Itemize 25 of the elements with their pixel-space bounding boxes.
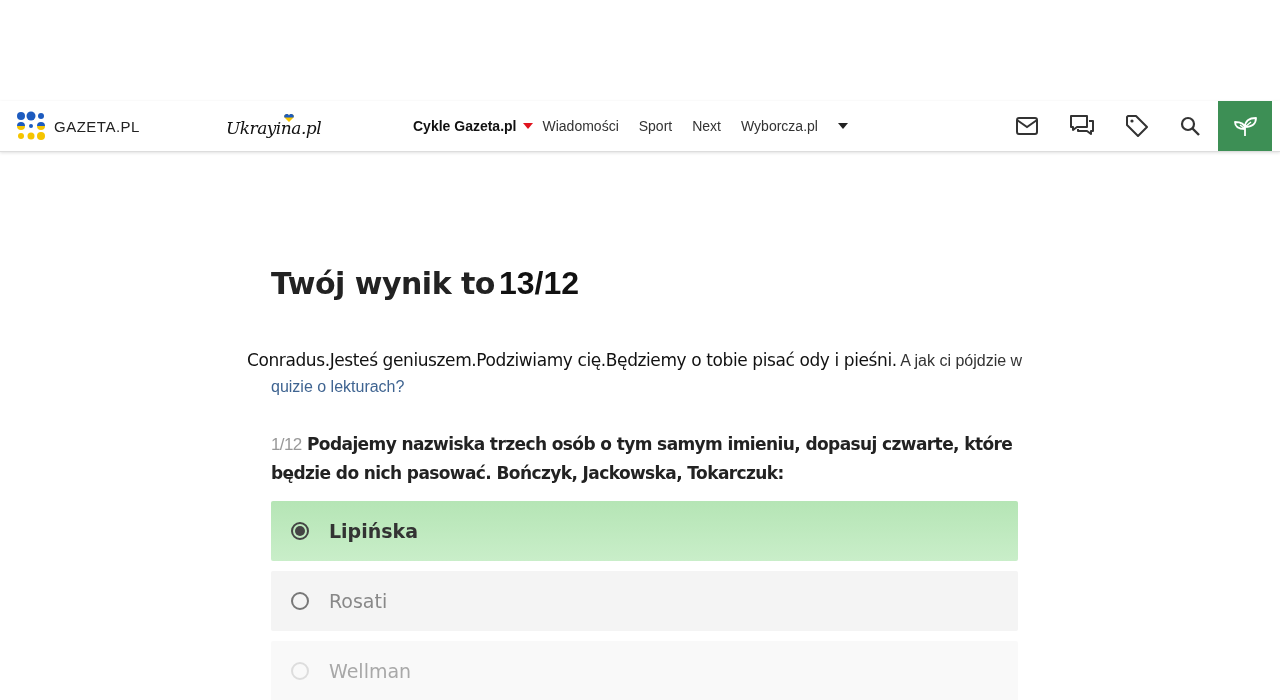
dots-logo-icon xyxy=(16,111,46,141)
answer-option[interactable]: Lipińska xyxy=(271,501,1018,561)
mail-icon[interactable] xyxy=(1016,117,1038,135)
nav-link[interactable]: Cykle Gazeta.pl xyxy=(413,118,517,134)
heart-icon xyxy=(283,114,294,122)
question-text: 1/12 Podajemy nazwiska trzech osób o tym samym imieniu, dopasuj czwarte, które będzie do nich pasować. Bończyk, Jackowska, Tokarczuk: xyxy=(271,433,1014,485)
tag-icon[interactable] xyxy=(1126,115,1148,137)
nav-link[interactable]: Next xyxy=(692,118,721,134)
radio-icon xyxy=(291,592,309,610)
radio-icon xyxy=(291,662,309,680)
radio-icon xyxy=(291,522,309,540)
nav-link[interactable]: Wiadomości xyxy=(542,118,619,134)
nav-link[interactable]: Sport xyxy=(638,118,673,134)
site-logo[interactable]: GAZETA.PL xyxy=(54,117,140,135)
search-icon[interactable] xyxy=(1180,116,1200,136)
partner-logo[interactable]: Ukrayina.pl xyxy=(225,118,322,138)
chat-icon[interactable] xyxy=(1070,115,1094,137)
leaf-icon xyxy=(1232,115,1258,137)
quiz-link[interactable]: quizie o lekturach? xyxy=(271,378,405,395)
score-text: 13/12 xyxy=(499,265,580,302)
leaf-button[interactable] xyxy=(1218,101,1272,151)
result-message: Conradus.Jesteś geniuszem.Podziwiamy cię.Będziemy o tobie pisać ody i pieśni. A jak ci pójdzie w quizie o lekturach? xyxy=(247,349,1024,397)
caret-icon[interactable] xyxy=(837,123,848,129)
nav-link[interactable]: Wyborcza.pl xyxy=(741,118,818,134)
result-heading: Twój wynik to xyxy=(271,266,495,301)
